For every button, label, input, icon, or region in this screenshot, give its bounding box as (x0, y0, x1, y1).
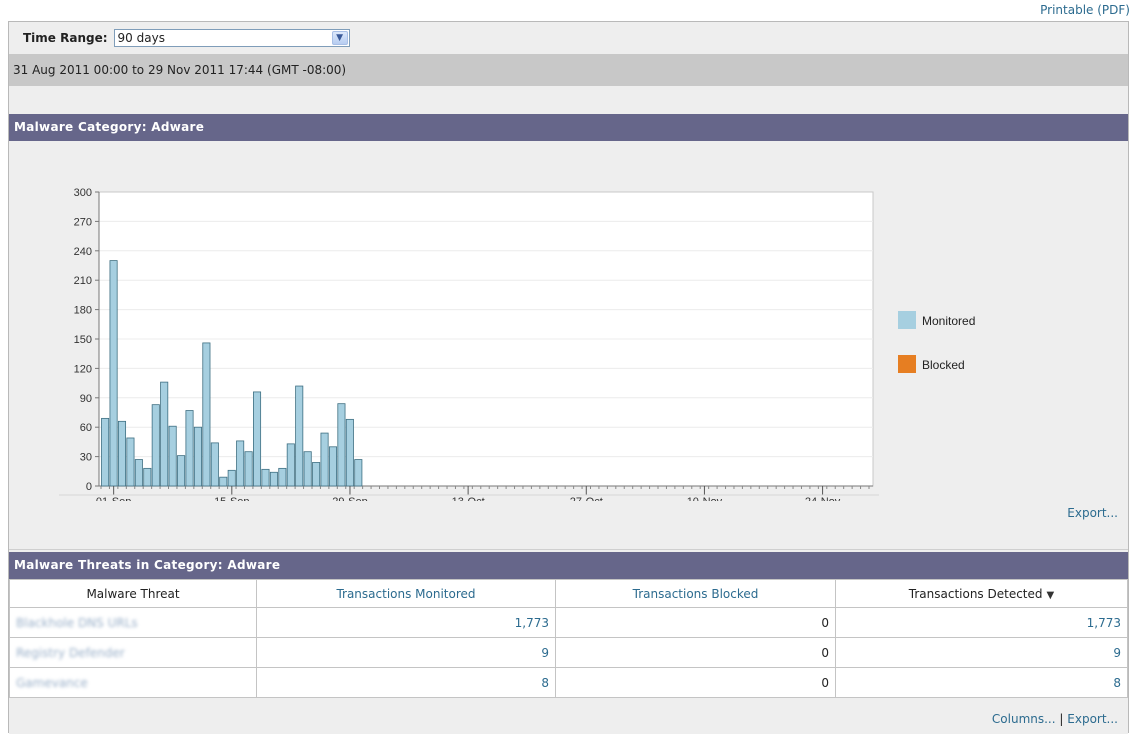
time-range-label: Time Range: (23, 30, 108, 45)
table-row: Gamevance 8 0 8 (9, 667, 1128, 698)
col-transactions-detected[interactable]: Transactions Detected ▼ (835, 579, 1128, 608)
y-tick-label: 210 (74, 275, 92, 287)
bar-monitored (244, 451, 253, 487)
divider (9, 549, 1128, 550)
bar-monitored (177, 455, 186, 487)
y-tick-label: 120 (74, 363, 92, 375)
bar-monitored (278, 467, 287, 487)
time-range-value: 90 days (117, 30, 165, 45)
x-tick-label: 01-Sep (96, 496, 131, 501)
x-tick-label: 24-Nov (805, 496, 841, 501)
bar-monitored (109, 260, 118, 487)
bar-monitored (269, 471, 278, 487)
detected-count-link[interactable]: 1,773 (835, 607, 1128, 638)
bar-monitored (101, 417, 110, 487)
col-malware-threat[interactable]: Malware Threat (9, 579, 257, 608)
blocked-count: 0 (555, 667, 836, 698)
y-tick-label: 150 (74, 334, 92, 346)
y-tick-label: 270 (74, 216, 92, 228)
legend-label: Monitored (922, 314, 975, 328)
threat-name-link[interactable]: Registry Defender (9, 637, 257, 668)
bar-monitored (261, 468, 270, 487)
threat-name-link[interactable]: Gamevance (9, 667, 257, 698)
detected-count-link[interactable]: 9 (835, 637, 1128, 668)
adware-bar-chart: 0 30 60 90 120 150 180 210 240 270 300 01-Sep 15-Sep… (59, 187, 975, 501)
y-tick-label: 300 (74, 187, 92, 199)
y-tick-label: 240 (74, 246, 92, 258)
bar-monitored (151, 404, 160, 487)
bar-monitored (328, 446, 338, 487)
legend-swatch (898, 311, 916, 329)
bar-monitored (126, 437, 135, 487)
blocked-count: 0 (555, 637, 836, 668)
bar-monitored (345, 418, 354, 487)
bar-monitored (160, 381, 169, 487)
bar-monitored (312, 462, 321, 487)
chart-export-link[interactable]: Export... (1067, 506, 1118, 520)
col-transactions-detected-label: Transactions Detected (908, 586, 1043, 601)
y-tick-label: 90 (80, 393, 92, 405)
bar-monitored (286, 443, 295, 487)
y-tick-label: 0 (86, 481, 92, 493)
bar-monitored (295, 385, 304, 487)
table-export-link[interactable]: Export... (1067, 712, 1118, 726)
blocked-count: 0 (555, 607, 836, 638)
bar-monitored (354, 459, 363, 487)
x-tick-label: 10-Nov (687, 496, 723, 501)
bar-monitored (202, 342, 211, 487)
legend-swatch (898, 355, 916, 373)
threats-table: Malware Threat Transactions Monitored Tr… (9, 579, 1128, 698)
bar-monitored (219, 476, 228, 487)
time-range-select[interactable]: 90 days ▼ (113, 28, 350, 47)
chart-panel: 0 30 60 90 120 150 180 210 240 270 300 01-Sep 15-Sep… (9, 141, 1128, 551)
date-range-text: 31 Aug 2011 00:00 to 29 Nov 2011 17:44 (… (9, 54, 1128, 86)
x-tick-label: 29-Sep (332, 496, 367, 501)
bar-monitored (253, 391, 262, 487)
y-tick-label: 30 (80, 452, 92, 464)
time-range-row: Time Range: 90 days ▼ (9, 22, 1128, 53)
monitored-count-link[interactable]: 1,773 (256, 607, 556, 638)
bar-monitored (185, 410, 194, 487)
col-transactions-blocked[interactable]: Transactions Blocked (555, 579, 836, 608)
footer-separator: | (1059, 712, 1064, 726)
bar-monitored (337, 403, 346, 487)
chevron-down-icon[interactable]: ▼ (331, 30, 348, 45)
bar-monitored (303, 451, 312, 487)
bar-monitored (143, 467, 152, 487)
y-tick-label: 60 (80, 422, 92, 434)
bar-monitored (236, 440, 245, 487)
col-transactions-monitored[interactable]: Transactions Monitored (256, 579, 556, 608)
bar-monitored (117, 420, 127, 487)
table-row: Registry Defender 9 0 9 (9, 637, 1128, 668)
legend-label: Blocked (922, 358, 965, 372)
sort-desc-icon: ▼ (1046, 589, 1055, 601)
bar-monitored (210, 442, 219, 487)
detected-count-link[interactable]: 8 (835, 667, 1128, 698)
threat-name-link[interactable]: Blackhole DNS URLs (9, 607, 257, 638)
report-container: Time Range: 90 days ▼ 31 Aug 2011 00:00 … (8, 21, 1129, 734)
table-header-row: Malware Threat Transactions Monitored Tr… (9, 579, 1128, 608)
chart-section-title: Malware Category: Adware (9, 114, 1128, 141)
y-tick-label: 180 (74, 305, 92, 317)
x-tick-label: 27-Oct (570, 496, 603, 501)
columns-link[interactable]: Columns... (992, 712, 1056, 726)
table-row: Blackhole DNS URLs 1,773 0 1,773 (9, 607, 1128, 638)
monitored-count-link[interactable]: 9 (256, 637, 556, 668)
bar-monitored (193, 426, 202, 487)
monitored-count-link[interactable]: 8 (256, 667, 556, 698)
bar-monitored (134, 459, 143, 487)
x-tick-label: 15-Sep (214, 496, 249, 501)
bar-monitored (227, 469, 236, 487)
table-footer: Columns... | Export... (9, 705, 1128, 734)
bar-monitored (168, 425, 177, 487)
x-tick-label: 13-Oct (452, 496, 485, 501)
printable-pdf-link[interactable]: Printable (PDF) (1040, 3, 1130, 17)
bar-monitored (320, 432, 329, 487)
table-section-title: Malware Threats in Category: Adware (9, 552, 1128, 579)
